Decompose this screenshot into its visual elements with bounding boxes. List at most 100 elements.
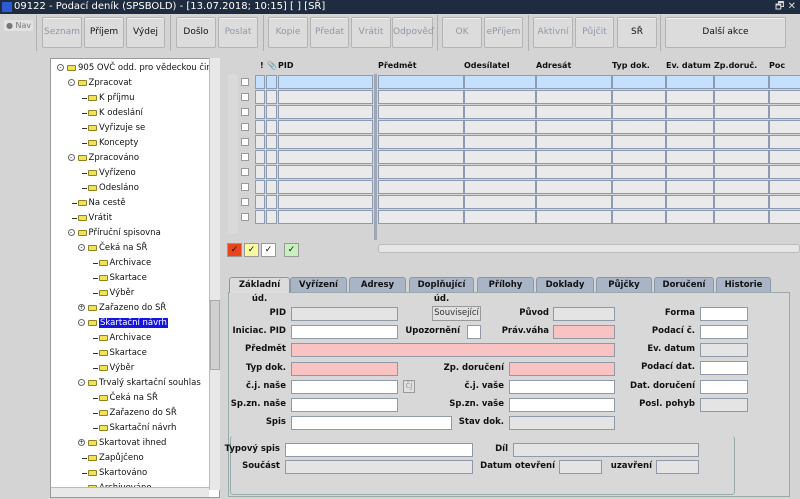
document-grid[interactable]: ! 📎 PID Předmět Odesílatel Adresát Typ dok. Ev.…	[228, 58, 800, 240]
tree-item[interactable]: Na cestě	[71, 196, 126, 210]
grid-cell[interactable]	[255, 210, 265, 224]
color-filter-checkbox[interactable]: ✓	[261, 243, 276, 257]
grid-cell[interactable]	[714, 135, 769, 149]
window-controls[interactable]: 🗗 ✕	[775, 0, 796, 14]
grid-cell[interactable]	[666, 210, 714, 224]
folder-tree[interactable]: -905 OVČ odd. pro vědeckou činnost - Zprac…	[50, 58, 220, 498]
grid-cell[interactable]	[714, 180, 769, 194]
tree-item[interactable]: Vyřízeno	[82, 166, 136, 180]
tree-item[interactable]: K příjmu	[82, 91, 135, 105]
grid-cell[interactable]	[378, 210, 464, 224]
tree-item[interactable]: Vrátit	[71, 211, 112, 225]
grid-cell[interactable]	[714, 90, 769, 104]
grid-cell[interactable]	[255, 105, 265, 119]
grid-cell[interactable]	[714, 105, 769, 119]
grid-cell[interactable]	[464, 120, 536, 134]
tree-item[interactable]: + Zařazeno do SŘ	[78, 301, 166, 315]
nav-toggle[interactable]: ● Nav	[4, 20, 34, 31]
row-checkbox[interactable]	[241, 138, 249, 146]
tree-item[interactable]: Skartace	[92, 346, 147, 360]
tree-item[interactable]: Archivace	[92, 256, 151, 270]
grid-cell[interactable]	[536, 195, 612, 209]
tree-item[interactable]: K odeslání	[82, 106, 143, 120]
tree-item[interactable]: Zařazeno do SŘ	[92, 406, 177, 420]
grid-cell[interactable]	[714, 150, 769, 164]
column-header[interactable]: Poc	[769, 61, 785, 70]
grid-cell[interactable]	[769, 150, 800, 164]
grid-cell[interactable]	[378, 135, 464, 149]
grid-cell[interactable]	[666, 120, 714, 134]
iniciac-pid-field[interactable]	[291, 325, 398, 339]
tab-8[interactable]: Historie	[716, 277, 771, 292]
tab-0[interactable]: Základní úd.	[229, 277, 290, 304]
column-header[interactable]: PID	[278, 61, 293, 70]
tree-item[interactable]: - Trvalý skartační souhlas	[78, 376, 201, 390]
tree-item[interactable]: Koncepty	[82, 136, 138, 150]
grid-cell[interactable]	[266, 90, 277, 104]
grid-cell[interactable]	[612, 165, 666, 179]
row-checkbox[interactable]	[241, 213, 249, 221]
ev-datum-field[interactable]	[700, 343, 748, 357]
grid-cell[interactable]	[714, 210, 769, 224]
grid-cell[interactable]	[278, 90, 373, 104]
grid-cell[interactable]	[278, 105, 373, 119]
dat-doruceni-field[interactable]	[700, 380, 748, 394]
grid-cell[interactable]	[666, 90, 714, 104]
grid-cell[interactable]	[266, 180, 277, 194]
tree-item[interactable]: - Zpracováno	[67, 151, 139, 165]
grid-cell[interactable]	[536, 120, 612, 134]
expand-icon[interactable]: +	[78, 304, 85, 311]
toolbar-button-6[interactable]: Předat	[310, 17, 349, 48]
grid-cell[interactable]	[612, 75, 666, 89]
tree-item[interactable]: - Čeká na SŘ	[78, 241, 147, 255]
toolbar-button-3[interactable]: Došlo	[176, 17, 216, 48]
toolbar-button-14[interactable]: Další akce	[665, 17, 786, 48]
grid-cell[interactable]	[278, 210, 373, 224]
row-checkbox[interactable]	[241, 168, 249, 176]
column-header[interactable]: Ev. datum	[666, 61, 711, 70]
grid-cell[interactable]	[255, 135, 265, 149]
row-checkbox[interactable]	[241, 78, 249, 86]
tree-item[interactable]: Zapůjčeno	[82, 451, 144, 465]
grid-horizontal-scrollbar[interactable]	[378, 244, 800, 253]
grid-cell[interactable]	[612, 105, 666, 119]
grid-cell[interactable]	[266, 150, 277, 164]
tree-item[interactable]: - Zpracovat	[67, 76, 132, 90]
prav-vaha-field[interactable]	[553, 325, 615, 339]
column-header[interactable]: !	[260, 61, 264, 70]
toolbar-button-2[interactable]: Výdej	[126, 17, 165, 48]
tab-7[interactable]: Doručení	[654, 277, 714, 292]
grid-cell[interactable]	[536, 165, 612, 179]
grid-cell[interactable]	[612, 120, 666, 134]
grid-vertical-scrollbar[interactable]	[228, 74, 238, 234]
collapse-icon[interactable]: -	[67, 154, 75, 161]
grid-cell[interactable]	[266, 165, 277, 179]
tab-3[interactable]: Doplňující úd.	[409, 277, 474, 304]
row-checkbox[interactable]	[241, 93, 249, 101]
tree-item[interactable]: Archivace	[92, 331, 151, 345]
cj-vase-field[interactable]	[509, 380, 615, 394]
grid-cell[interactable]	[278, 165, 373, 179]
grid-cell[interactable]	[666, 75, 714, 89]
grid-cell[interactable]	[612, 90, 666, 104]
grid-cell[interactable]	[278, 195, 373, 209]
grid-cell[interactable]	[464, 210, 536, 224]
grid-cell[interactable]	[378, 165, 464, 179]
grid-cell[interactable]	[378, 120, 464, 134]
grid-cell[interactable]	[666, 165, 714, 179]
podaci-c-field[interactable]	[700, 325, 748, 339]
toolbar-button-5[interactable]: Kopie	[268, 17, 308, 48]
grid-cell[interactable]	[536, 75, 612, 89]
color-filter-checkbox[interactable]: ✓	[227, 243, 242, 257]
tree-item[interactable]: Výběr	[92, 361, 134, 375]
grid-cell[interactable]	[464, 105, 536, 119]
grid-cell[interactable]	[714, 75, 769, 89]
grid-cell[interactable]	[464, 75, 536, 89]
tab-5[interactable]: Doklady	[536, 277, 594, 292]
grid-cell[interactable]	[666, 195, 714, 209]
grid-cell[interactable]	[278, 120, 373, 134]
grid-cell[interactable]	[278, 150, 373, 164]
row-checkbox[interactable]	[241, 108, 249, 116]
grid-cell[interactable]	[612, 210, 666, 224]
tree-item[interactable]: - Skartační návrh	[78, 316, 168, 330]
